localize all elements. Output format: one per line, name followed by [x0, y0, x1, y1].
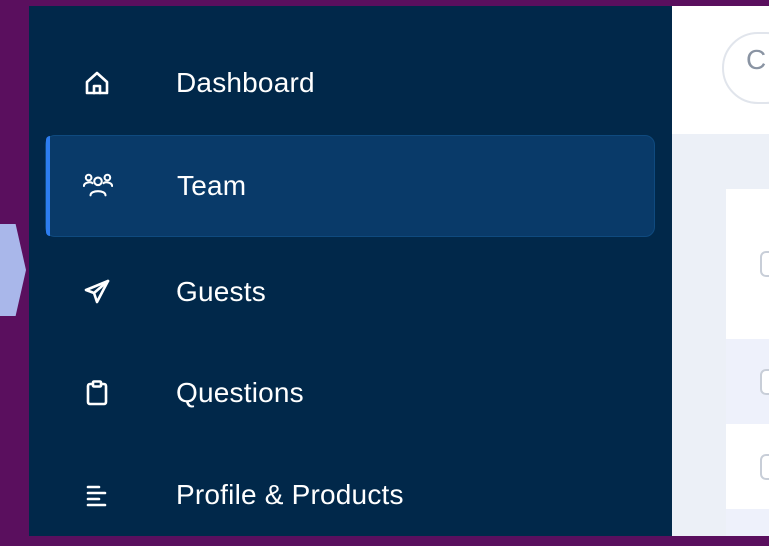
list-icon — [82, 480, 112, 510]
main-content: C — [672, 6, 769, 536]
table-row — [726, 509, 769, 536]
row-checkbox[interactable] — [760, 369, 769, 395]
sidebar-item-dashboard[interactable]: Dashboard — [45, 32, 655, 134]
home-icon — [82, 68, 112, 98]
sidebar-item-guests[interactable]: Guests — [45, 241, 655, 343]
table-row — [726, 424, 769, 509]
sidebar-item-label: Questions — [176, 377, 304, 408]
clipboard-icon — [82, 378, 112, 408]
table-row — [726, 339, 769, 424]
sidebar-item-team[interactable]: Team — [45, 135, 655, 237]
sidebar-item-questions[interactable]: Questions — [45, 342, 655, 444]
sidebar-item-label: Profile & Products — [176, 479, 404, 510]
table-row — [726, 189, 769, 339]
row-checkbox[interactable] — [760, 454, 769, 480]
sidebar-item-profile-products[interactable]: Profile & Products — [45, 444, 655, 546]
sidebar-item-label: Guests — [176, 276, 266, 307]
sidebar-item-label: Team — [177, 170, 247, 201]
sidebar: Dashboard Team Guests Questions Profile … — [29, 6, 672, 536]
search-text: C — [746, 44, 767, 75]
team-icon — [83, 171, 113, 201]
top-bar: C — [672, 6, 769, 134]
collapse-handle[interactable] — [0, 224, 26, 316]
sidebar-item-label: Dashboard — [176, 67, 315, 98]
paper-plane-icon — [82, 277, 112, 307]
row-checkbox[interactable] — [760, 251, 769, 277]
team-table — [726, 189, 769, 536]
